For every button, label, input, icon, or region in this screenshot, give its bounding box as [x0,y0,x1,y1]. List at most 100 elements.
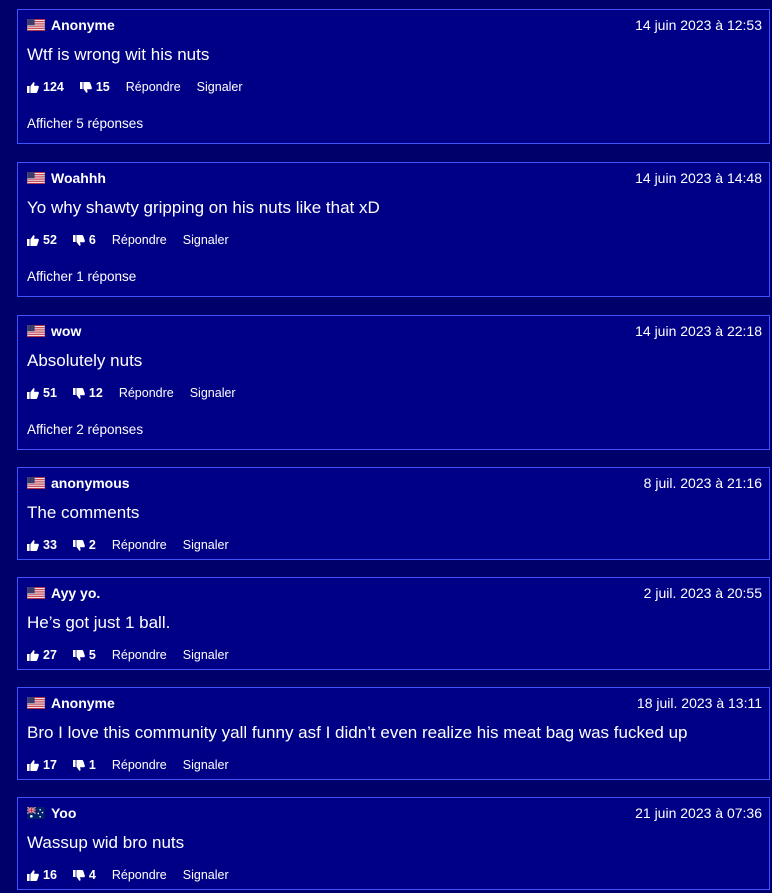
comment-card: Ayy yo. 2 juil. 2023 à 20:55 He’s got ju… [17,577,770,670]
dislike-count: 6 [88,233,96,247]
comment-actions: 124 15 Répondre Signaler [27,80,259,94]
comment-header: Woahhh 14 juin 2023 à 14:48 [27,169,762,187]
us-flag-icon [27,172,45,184]
report-button[interactable]: Signaler [190,386,236,400]
thumbs-up-icon [27,759,39,771]
report-button[interactable]: Signaler [183,648,229,662]
reply-button[interactable]: Répondre [112,758,167,772]
reply-button[interactable]: Répondre [112,868,167,882]
reply-button[interactable]: Répondre [112,538,167,552]
comment-card: Anonyme 18 juil. 2023 à 13:11 Bro I love… [17,687,770,780]
reply-button[interactable]: Répondre [126,80,181,94]
thumbs-down-icon [72,759,85,771]
comment-date: 2 juil. 2023 à 20:55 [643,585,762,601]
thumbs-down-icon [72,869,85,881]
comment-card: anonymous 8 juil. 2023 à 21:16 The comme… [17,467,770,560]
thumbs-down-icon [72,649,85,661]
comment-author: anonymous [51,475,130,491]
like-button[interactable]: 17 [27,758,57,772]
thumbs-up-icon [27,539,39,551]
thumbs-up-icon [27,649,39,661]
dislike-button[interactable]: 15 [79,80,110,94]
like-button[interactable]: 16 [27,868,57,882]
comment-card: Yoo 21 juin 2023 à 07:36 Wassup wid bro … [17,797,770,890]
reply-button[interactable]: Répondre [119,386,174,400]
us-flag-icon [27,697,45,709]
report-button[interactable]: Signaler [183,538,229,552]
dislike-button[interactable]: 2 [72,538,96,552]
comment-actions: 33 2 Répondre Signaler [27,538,245,552]
like-button[interactable]: 33 [27,538,57,552]
comment-author: Yoo [51,805,77,821]
dislike-count: 15 [95,80,110,94]
reply-button[interactable]: Répondre [112,233,167,247]
comment-date: 14 juin 2023 à 12:53 [635,17,762,33]
comment-date: 18 juil. 2023 à 13:11 [636,695,762,711]
comment-author: Anonyme [51,695,115,711]
dislike-count: 1 [88,758,96,772]
comment-header: Yoo 21 juin 2023 à 07:36 [27,804,762,822]
dislike-button[interactable]: 4 [72,868,96,882]
comment-text: Wassup wid bro nuts [27,833,185,852]
comment-actions: 16 4 Répondre Signaler [27,868,245,882]
like-count: 16 [43,868,57,882]
us-flag-icon [27,19,45,31]
thumbs-up-icon [27,869,39,881]
like-count: 52 [43,233,57,247]
comment-date: 14 juin 2023 à 22:18 [635,323,762,339]
comment-text: Wtf is wrong wit his nuts [27,45,210,64]
comment-actions: 27 5 Répondre Signaler [27,648,245,662]
author-block: Woahhh [27,170,106,186]
dislike-count: 5 [88,648,96,662]
comment-card: Woahhh 14 juin 2023 à 14:48 Yo why shawt… [17,162,770,297]
comment-author: wow [51,323,82,339]
like-button[interactable]: 124 [27,80,64,94]
report-button[interactable]: Signaler [183,758,229,772]
like-button[interactable]: 27 [27,648,57,662]
dislike-button[interactable]: 6 [72,233,96,247]
comment-actions: 51 12 Répondre Signaler [27,386,252,400]
report-button[interactable]: Signaler [197,80,243,94]
like-button[interactable]: 51 [27,386,57,400]
us-flag-icon [27,477,45,489]
dislike-button[interactable]: 12 [72,386,103,400]
comment-card: Anonyme 14 juin 2023 à 12:53 Wtf is wron… [17,9,770,144]
dislike-button[interactable]: 5 [72,648,96,662]
dislike-count: 2 [88,538,96,552]
us-flag-icon [27,587,45,599]
show-replies-link[interactable]: Afficher 5 réponses [27,116,143,131]
like-count: 33 [43,538,57,552]
comment-author: Ayy yo. [51,585,101,601]
show-replies-link[interactable]: Afficher 2 réponses [27,422,143,437]
author-block: Ayy yo. [27,585,100,601]
thumbs-up-icon [27,81,39,93]
comment-header: Anonyme 14 juin 2023 à 12:53 [27,16,762,34]
comment-actions: 52 6 Répondre Signaler [27,233,245,247]
author-block: wow [27,323,81,339]
dislike-count: 12 [88,386,103,400]
comment-text: Bro I love this community yall funny asf… [27,723,688,742]
like-count: 51 [43,386,57,400]
comment-header: anonymous 8 juil. 2023 à 21:16 [27,474,762,492]
comment-header: Ayy yo. 2 juil. 2023 à 20:55 [27,584,762,602]
dislike-button[interactable]: 1 [72,758,96,772]
comment-header: Anonyme 18 juil. 2023 à 13:11 [27,694,762,712]
comment-card: wow 14 juin 2023 à 22:18 Absolutely nuts… [17,315,770,450]
comment-list: Anonyme 14 juin 2023 à 12:53 Wtf is wron… [0,0,772,893]
show-replies-link[interactable]: Afficher 1 réponse [27,269,136,284]
report-button[interactable]: Signaler [183,868,229,882]
report-button[interactable]: Signaler [183,233,229,247]
thumbs-down-icon [79,81,92,93]
thumbs-down-icon [72,539,85,551]
thumbs-up-icon [27,387,39,399]
thumbs-down-icon [72,387,85,399]
author-block: Anonyme [27,695,115,711]
comment-date: 14 juin 2023 à 14:48 [635,170,762,186]
reply-button[interactable]: Répondre [112,648,167,662]
like-button[interactable]: 52 [27,233,57,247]
comment-header: wow 14 juin 2023 à 22:18 [27,322,762,340]
comment-actions: 17 1 Répondre Signaler [27,758,245,772]
comment-text: Absolutely nuts [27,351,143,370]
comment-text: Yo why shawty gripping on his nuts like … [27,198,380,217]
dislike-count: 4 [88,868,96,882]
